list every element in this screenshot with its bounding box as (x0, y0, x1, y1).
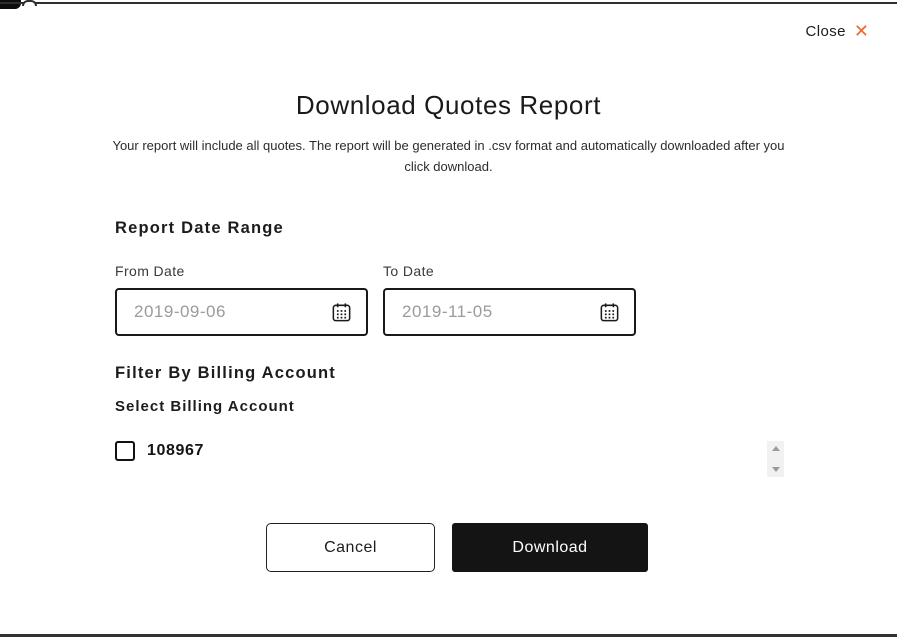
filter-billing-account-heading: Filter By Billing Account (115, 364, 336, 382)
page-title: Download Quotes Report (295, 90, 602, 120)
chevron-down-icon[interactable] (771, 467, 780, 472)
close-icon[interactable]: ✕ (854, 22, 869, 40)
window-frame-top-line (0, 2, 897, 4)
billing-accounts-scrollbar[interactable] (767, 441, 784, 477)
window-frame-bottom-line (0, 634, 897, 637)
calendar-icon[interactable] (330, 301, 353, 324)
download-button[interactable]: Download (452, 523, 648, 572)
from-date-label: From Date (115, 263, 185, 279)
action-buttons-row: Cancel Download (266, 523, 648, 572)
to-date-group: To Date (383, 263, 636, 336)
from-date-field[interactable] (115, 288, 368, 336)
to-date-field[interactable] (383, 288, 636, 336)
date-range-row: From Date To Date (115, 263, 636, 336)
from-date-group: From Date (115, 263, 368, 336)
close-button[interactable]: Close ✕ (806, 22, 869, 40)
modal-description: Your report will include all quotes. The… (112, 138, 785, 175)
close-button-label: Close (805, 22, 846, 40)
to-date-input[interactable] (402, 302, 598, 322)
select-billing-account-heading: Select Billing Account (115, 398, 295, 415)
billing-account-checkbox[interactable] (115, 441, 135, 461)
chevron-up-icon[interactable] (771, 446, 780, 451)
billing-account-label[interactable]: 108967 (147, 442, 204, 460)
report-date-range-heading: Report Date Range (115, 219, 284, 237)
to-date-label: To Date (383, 263, 435, 279)
billing-account-row: 108967 (115, 441, 204, 461)
calendar-icon[interactable] (598, 301, 621, 324)
cancel-button[interactable]: Cancel (266, 523, 435, 572)
window-frame-notch (22, 0, 37, 6)
from-date-input[interactable] (134, 302, 330, 322)
